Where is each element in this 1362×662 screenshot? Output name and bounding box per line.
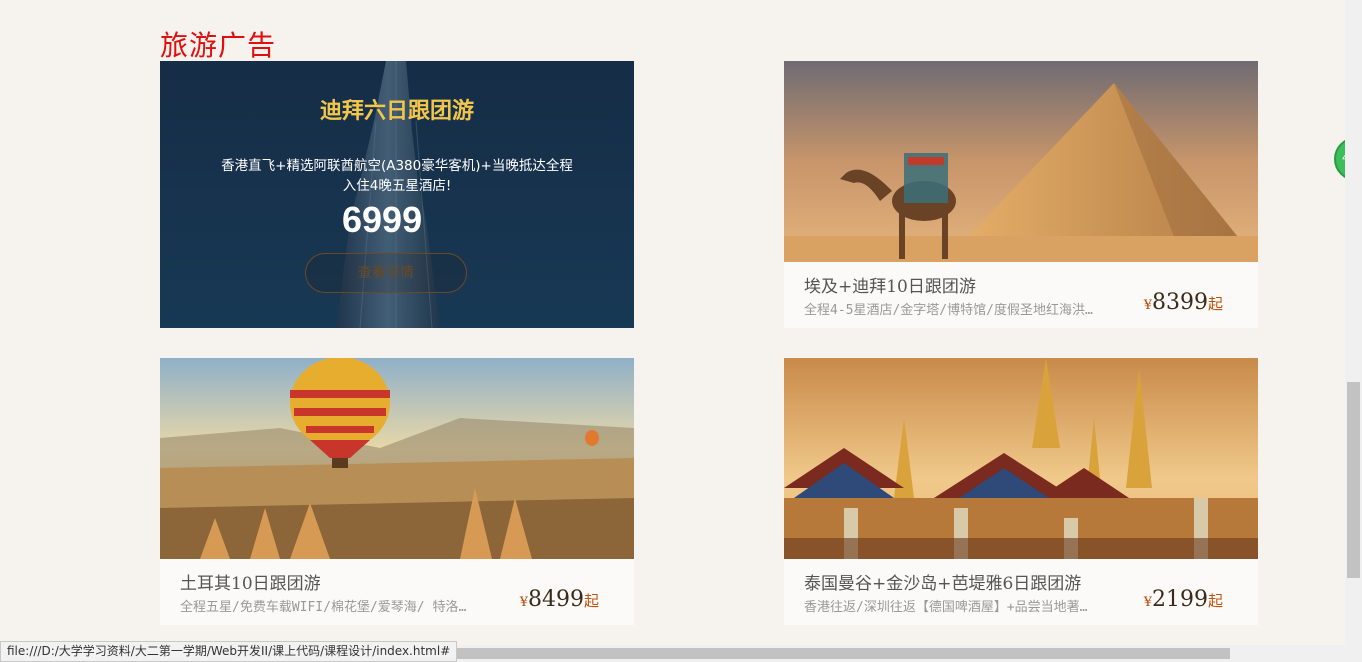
price-suffix: 起 bbox=[1207, 592, 1223, 610]
featured-price: 6999 bbox=[342, 199, 423, 240]
tour-info: 泰国曼谷+金沙岛+芭堤雅6日跟团游 香港往返/深圳往返【德国啤酒屋】+品尝当地著… bbox=[784, 559, 1258, 625]
currency-symbol: ¥ bbox=[1143, 298, 1152, 313]
tour-price: ¥2199起 bbox=[1144, 587, 1223, 612]
currency-symbol: ¥ bbox=[519, 595, 528, 610]
view-details-button[interactable]: 查看详情 bbox=[305, 253, 467, 293]
egypt-pyramid-image bbox=[784, 61, 1258, 262]
status-bar-url: file:///D:/大学学习资料/大二第一学期/Web开发II/课上代码/课程… bbox=[0, 641, 458, 662]
tour-name[interactable]: 埃及+迪拜10日跟团游 bbox=[804, 272, 976, 297]
thailand-temple-image bbox=[784, 358, 1258, 559]
tour-price: ¥8499起 bbox=[520, 587, 599, 612]
tour-info: 埃及+迪拜10日跟团游 全程4-5星酒店/金字塔/博特馆/度假圣地红海洪… ¥8… bbox=[784, 262, 1258, 328]
section-title: 旅游广告 bbox=[160, 29, 277, 62]
vertical-scrollbar[interactable] bbox=[1345, 0, 1362, 662]
tour-card-thailand[interactable]: 泰国曼谷+金沙岛+芭堤雅6日跟团游 香港往返/深圳往返【德国啤酒屋】+品尝当地著… bbox=[784, 358, 1258, 625]
tour-card-egypt[interactable]: 埃及+迪拜10日跟团游 全程4-5星酒店/金字塔/博特馆/度假圣地红海洪… ¥8… bbox=[784, 61, 1258, 328]
currency-symbol: ¥ bbox=[1143, 595, 1152, 610]
featured-title: 迪拜六日跟团游 bbox=[319, 98, 474, 124]
price-value: 2199 bbox=[1151, 587, 1208, 612]
featured-tour-card[interactable]: 迪拜六日跟团游 香港直飞+精选阿联酋航空(A380豪华客机)+当晚抵达全程入住4… bbox=[160, 61, 634, 328]
price-value: 8399 bbox=[1151, 290, 1208, 315]
price-suffix: 起 bbox=[583, 592, 599, 610]
price-suffix: 起 bbox=[1207, 295, 1223, 313]
featured-description: 香港直飞+精选阿联酋航空(A380豪华客机)+当晚抵达全程入住4晚五星酒店! bbox=[221, 158, 573, 194]
tour-description: 全程4-5星酒店/金字塔/博特馆/度假圣地红海洪… bbox=[804, 303, 1093, 318]
tour-description: 香港往返/深圳往返【德国啤酒屋】+品尝当地著… bbox=[804, 600, 1088, 615]
turkey-balloon-image bbox=[160, 358, 634, 559]
vertical-scroll-thumb[interactable] bbox=[1347, 382, 1360, 578]
tour-info: 土耳其10日跟团游 全程五星/免费车载WIFI/棉花堡/爱琴海/ 特洛… ¥84… bbox=[160, 559, 634, 625]
tour-price: ¥8399起 bbox=[1144, 290, 1223, 315]
tour-description: 全程五星/免费车载WIFI/棉花堡/爱琴海/ 特洛… bbox=[180, 600, 467, 615]
price-value: 8499 bbox=[527, 587, 584, 612]
tour-name[interactable]: 泰国曼谷+金沙岛+芭堤雅6日跟团游 bbox=[804, 569, 1081, 594]
tour-card-turkey[interactable]: 土耳其10日跟团游 全程五星/免费车载WIFI/棉花堡/爱琴海/ 特洛… ¥84… bbox=[160, 358, 634, 625]
tour-name[interactable]: 土耳其10日跟团游 bbox=[180, 569, 321, 594]
